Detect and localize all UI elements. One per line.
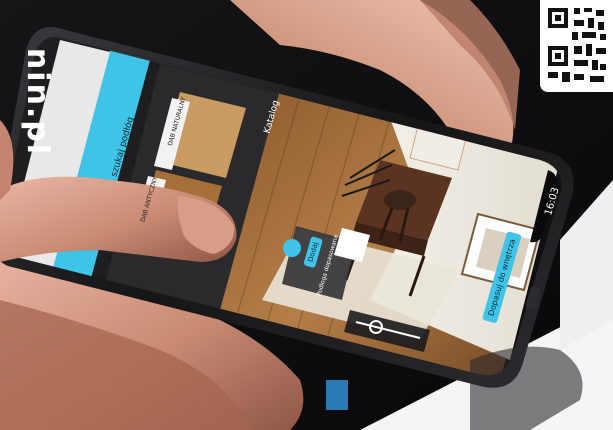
brand-logo: nin.pl (20, 47, 55, 157)
qr-code (540, 0, 613, 92)
qr-code-icon (544, 2, 610, 88)
photo-scene (0, 0, 613, 430)
dice-icon[interactable] (283, 239, 301, 257)
blue-stripe (326, 380, 348, 410)
